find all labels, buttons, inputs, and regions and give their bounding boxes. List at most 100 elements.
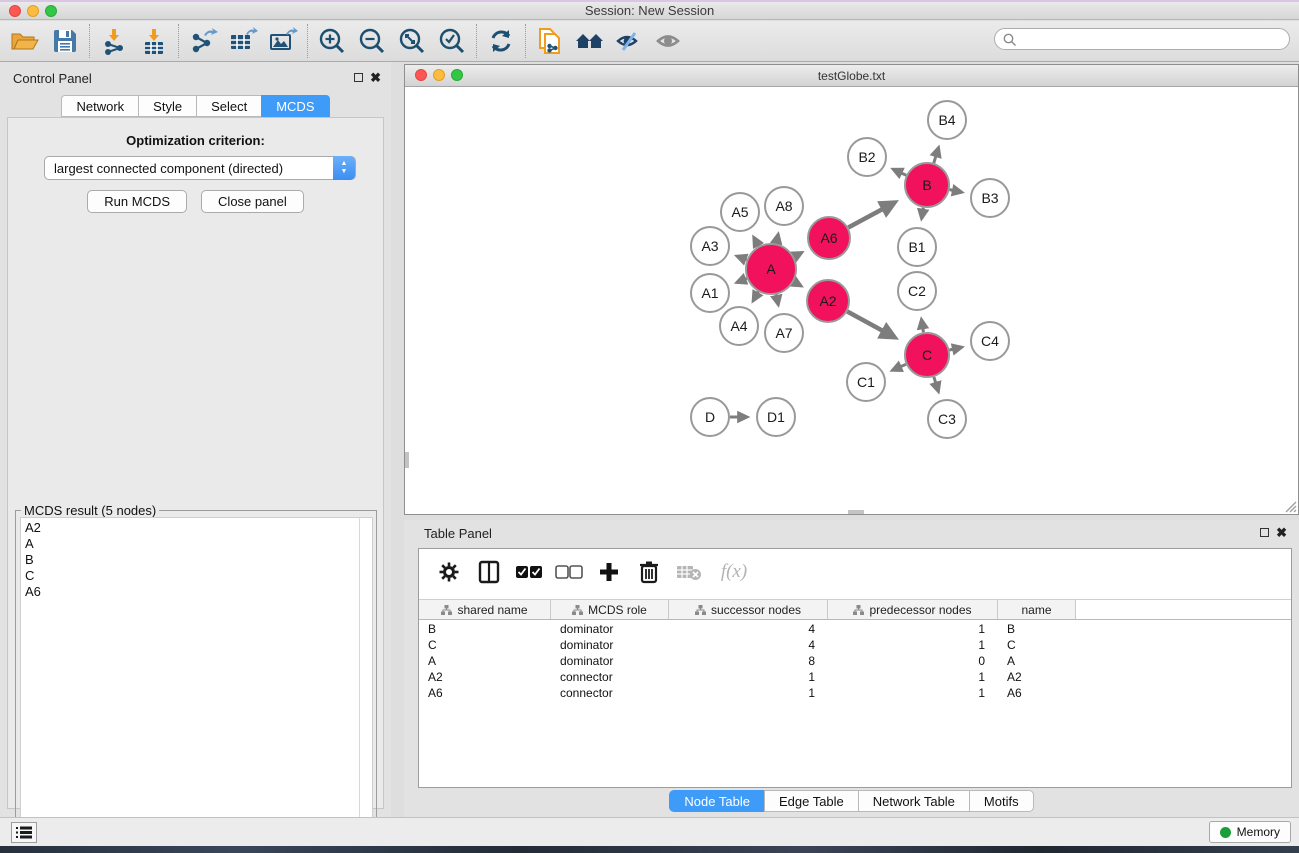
table-cell[interactable]: 1 (669, 668, 828, 684)
show-view-icon[interactable] (650, 23, 690, 59)
table-cell[interactable]: connector (551, 668, 669, 684)
column-header-successor-nodes[interactable]: successor nodes (669, 600, 828, 619)
home-views-icon[interactable] (570, 23, 610, 59)
dropdown-stepper-icon[interactable]: ▲▼ (333, 156, 355, 180)
table-cell[interactable]: 1 (669, 684, 828, 700)
run-mcds-button[interactable]: Run MCDS (87, 190, 187, 213)
edge-A-A4 (753, 292, 758, 301)
table-row[interactable]: Cdominator41C (419, 636, 1291, 652)
duplicate-network-icon[interactable] (530, 23, 570, 59)
search-field[interactable] (994, 28, 1290, 50)
open-session-icon[interactable] (5, 23, 45, 59)
zoom-out-icon[interactable] (352, 23, 392, 59)
network-window-title: testGlobe.txt (405, 69, 1298, 83)
zoom-in-icon[interactable] (312, 23, 352, 59)
table-row[interactable]: Bdominator41B (419, 620, 1291, 636)
table-cell[interactable]: 1 (828, 636, 998, 652)
tab-style[interactable]: Style (138, 95, 196, 117)
zoom-selected-icon[interactable] (432, 23, 472, 59)
table-cell[interactable]: A (419, 652, 551, 668)
table-cell[interactable]: B (998, 620, 1076, 636)
column-header-shared-name[interactable]: shared name (419, 600, 551, 619)
table-cell[interactable]: dominator (551, 620, 669, 636)
close-panel-button[interactable]: Close panel (201, 190, 304, 213)
table-cell[interactable]: B (419, 620, 551, 636)
graph-node-label: A5 (731, 204, 748, 220)
table-toolbar: f(x) (419, 549, 1291, 595)
table-row[interactable]: Adominator80A (419, 652, 1291, 668)
close-panel-icon[interactable]: ✖ (1276, 525, 1287, 541)
refresh-icon[interactable] (481, 23, 521, 59)
export-table-icon[interactable] (223, 23, 263, 59)
mcds-result-item[interactable]: A (25, 536, 359, 552)
table-cell[interactable]: A6 (419, 684, 551, 700)
tab-select[interactable]: Select (196, 95, 261, 117)
memory-label: Memory (1237, 825, 1280, 839)
tab-mcds[interactable]: MCDS (261, 95, 329, 117)
table-cell[interactable]: A2 (998, 668, 1076, 684)
table-cell[interactable]: 8 (669, 652, 828, 668)
column-type-icon (572, 605, 583, 615)
table-cell[interactable]: A (998, 652, 1076, 668)
column-header-predecessor-nodes[interactable]: predecessor nodes (828, 600, 998, 619)
table-cell[interactable]: dominator (551, 652, 669, 668)
tab-network[interactable]: Network (61, 95, 138, 117)
delete-column-icon[interactable] (631, 555, 667, 589)
table-cell[interactable]: A6 (998, 684, 1076, 700)
column-header-MCDS-role[interactable]: MCDS role (551, 600, 669, 619)
graph-node-label: B4 (938, 112, 955, 128)
mcds-result-list[interactable]: A2ABCA6 (20, 517, 373, 845)
table-cell[interactable]: A2 (419, 668, 551, 684)
table-cell[interactable]: C (419, 636, 551, 652)
table-cell[interactable]: 4 (669, 636, 828, 652)
import-table-icon[interactable] (134, 23, 174, 59)
float-panel-icon[interactable] (354, 73, 363, 82)
desktop-background (0, 846, 1299, 853)
zoom-fit-icon[interactable] (392, 23, 432, 59)
table-row[interactable]: A6connector11A6 (419, 684, 1291, 700)
table-settings-icon[interactable] (431, 555, 467, 589)
table-cell[interactable]: connector (551, 684, 669, 700)
tab-network-table[interactable]: Network Table (858, 790, 969, 812)
mcds-result-item[interactable]: C (25, 568, 359, 584)
column-header-name[interactable]: name (998, 600, 1076, 619)
task-history-button[interactable] (11, 822, 37, 843)
select-all-icon[interactable] (511, 555, 547, 589)
table-cell[interactable]: 4 (669, 620, 828, 636)
search-input[interactable] (1023, 30, 1283, 48)
show-columns-icon[interactable] (471, 555, 507, 589)
table-cell[interactable]: 0 (828, 652, 998, 668)
resize-grip[interactable] (1284, 500, 1297, 513)
node-table: shared nameMCDS rolesuccessor nodesprede… (419, 599, 1291, 700)
mcds-result-item[interactable]: A2 (25, 520, 359, 536)
table-cell[interactable]: 1 (828, 684, 998, 700)
graph-node-label: B3 (981, 190, 998, 206)
memory-button[interactable]: Memory (1209, 821, 1291, 843)
mcds-result-item[interactable]: B (25, 552, 359, 568)
function-builder-icon[interactable]: f(x) (711, 555, 757, 589)
import-network-icon[interactable] (94, 23, 134, 59)
tab-motifs[interactable]: Motifs (969, 790, 1034, 812)
table-row[interactable]: A2connector11A2 (419, 668, 1291, 684)
close-panel-icon[interactable]: ✖ (370, 70, 381, 86)
table-cell[interactable]: 1 (828, 668, 998, 684)
delete-table-icon[interactable] (671, 555, 707, 589)
save-session-icon[interactable] (45, 23, 85, 59)
hide-view-icon[interactable] (610, 23, 650, 59)
float-panel-icon[interactable] (1260, 528, 1269, 537)
network-vscroll-mark (405, 452, 409, 468)
optimization-criterion-dropdown[interactable]: largest connected component (directed) ▲… (44, 156, 356, 180)
tab-edge-table[interactable]: Edge Table (764, 790, 858, 812)
graph-node-label: D (705, 409, 715, 425)
deselect-all-icon[interactable] (551, 555, 587, 589)
edge-B-B2 (893, 169, 906, 175)
mcds-result-item[interactable]: A6 (25, 584, 359, 600)
table-cell[interactable]: 1 (828, 620, 998, 636)
tab-node-table[interactable]: Node Table (669, 790, 764, 812)
export-image-icon[interactable] (263, 23, 303, 59)
table-cell[interactable]: C (998, 636, 1076, 652)
table-cell[interactable]: dominator (551, 636, 669, 652)
export-network-icon[interactable] (183, 23, 223, 59)
network-canvas[interactable]: B4B2BB3A5A8A6A3B1AC2A1A2A4A7C4CC1C3DD1 (405, 87, 1298, 514)
add-column-icon[interactable] (591, 555, 627, 589)
